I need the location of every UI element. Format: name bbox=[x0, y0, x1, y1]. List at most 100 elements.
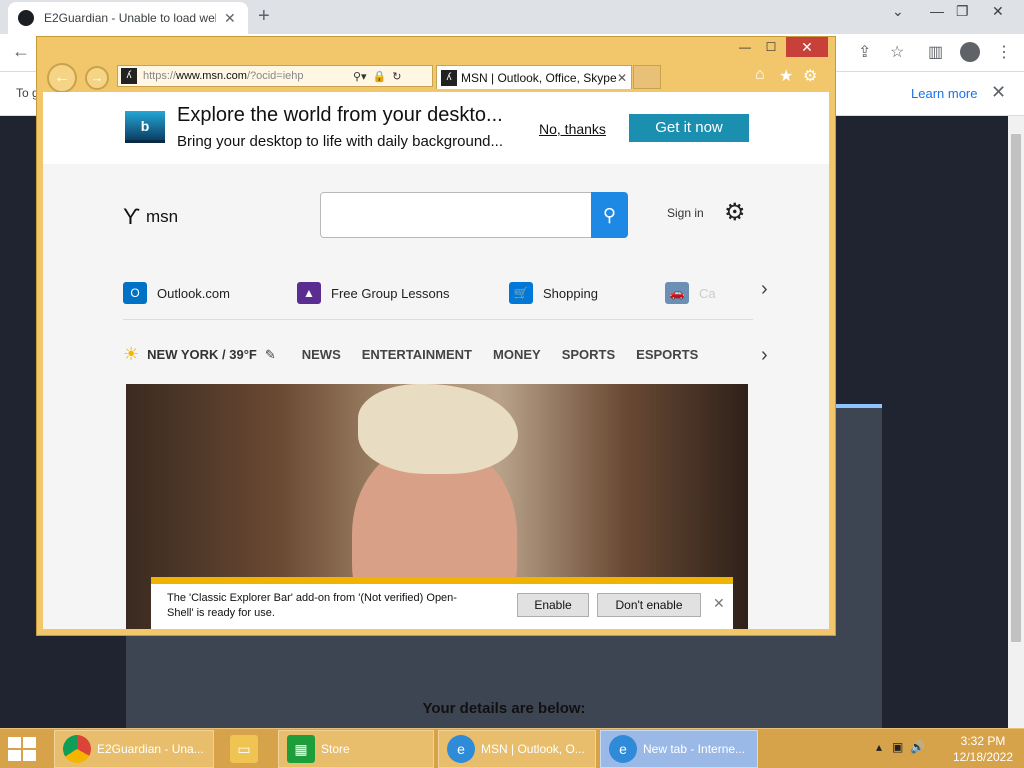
store-icon: ▦ bbox=[287, 735, 315, 763]
taskbar-item-label: E2Guardian - Una... bbox=[97, 742, 204, 756]
pencil-icon[interactable]: ✎ bbox=[265, 347, 276, 363]
back-button[interactable]: ← bbox=[47, 63, 77, 93]
butterfly-icon: ϒ bbox=[123, 204, 140, 229]
search-input[interactable] bbox=[320, 192, 592, 238]
panel-accent bbox=[836, 404, 882, 408]
restore-button[interactable]: ❐ bbox=[956, 3, 969, 20]
dont-enable-button[interactable]: Don't enable bbox=[597, 593, 701, 617]
maximize-button[interactable]: ☐ bbox=[757, 38, 785, 56]
no-thanks-link[interactable]: No, thanks bbox=[539, 121, 606, 137]
scrollbar-thumb[interactable] bbox=[1011, 134, 1021, 642]
bing-logo: b bbox=[125, 111, 165, 143]
minimize-button[interactable]: — bbox=[930, 3, 944, 19]
nav-money[interactable]: MONEY bbox=[493, 347, 541, 362]
menu-icon[interactable]: ⋮ bbox=[996, 42, 1012, 62]
quicklink-label: Shopping bbox=[543, 285, 598, 301]
banner-subtitle: Bring your desktop to life with daily ba… bbox=[177, 133, 504, 150]
quicklink-label: Ca bbox=[699, 285, 716, 301]
home-icon[interactable]: ⌂ bbox=[755, 66, 765, 84]
chrome-tabstrip: E2Guardian - Unable to load web page ✕ +… bbox=[0, 0, 1024, 34]
msn-favicon-icon: ʎ bbox=[441, 69, 457, 86]
settings-gear-icon[interactable]: ⚙ bbox=[803, 66, 817, 86]
close-icon[interactable]: ✕ bbox=[617, 71, 627, 85]
taskbar-item-ie-newtab[interactable]: e New tab - Interne... bbox=[600, 730, 758, 768]
weather-location[interactable]: NEW YORK / 39°F bbox=[147, 347, 257, 362]
search-button[interactable]: ⚲ bbox=[591, 192, 628, 238]
search-icon: ⚲ bbox=[602, 205, 617, 225]
clock-time: 3:32 PM bbox=[960, 734, 1006, 748]
address-bar[interactable]: ʎ https://www.msn.com/?ocid=iehp ⚲▾ 🔒 ↻ bbox=[117, 65, 433, 87]
favorites-star-icon[interactable]: ★ bbox=[779, 66, 793, 86]
chevron-right-icon[interactable]: › bbox=[761, 278, 768, 301]
nav-news[interactable]: NEWS bbox=[302, 347, 341, 362]
new-tab-button[interactable]: + bbox=[258, 5, 270, 28]
close-icon[interactable]: ✕ bbox=[713, 595, 725, 612]
close-window-button[interactable]: ✕ bbox=[786, 37, 828, 57]
chrome-tab[interactable]: E2Guardian - Unable to load web page ✕ bbox=[8, 2, 248, 34]
clock[interactable]: 3:32 PM 12/18/2022 bbox=[950, 733, 1016, 765]
chrome-icon bbox=[63, 735, 91, 763]
graduation-cap-icon: ▲ bbox=[297, 282, 321, 304]
quicklink-cars[interactable]: 🚗 Ca bbox=[665, 282, 716, 304]
volume-icon[interactable]: 🔊 bbox=[910, 740, 925, 754]
sidepanel-icon[interactable]: ▥ bbox=[928, 42, 943, 62]
taskbar-item-chrome[interactable]: E2Guardian - Una... bbox=[54, 730, 214, 768]
enable-button[interactable]: Enable bbox=[517, 593, 589, 617]
search-icon[interactable]: ⚲▾ bbox=[353, 70, 367, 83]
quicklink-free-group-lessons[interactable]: ▲ Free Group Lessons bbox=[297, 282, 450, 304]
ie-tab[interactable]: ʎ MSN | Outlook, Office, Skype, Bing ✕ bbox=[436, 65, 632, 89]
refresh-icon[interactable]: ↻ bbox=[392, 70, 401, 83]
quicklink-shopping[interactable]: 🛒 Shopping bbox=[509, 282, 598, 304]
car-icon: 🚗 bbox=[665, 282, 689, 304]
banner-title: Explore the world from your deskto... bbox=[177, 104, 503, 126]
taskbar-item-file-explorer[interactable]: ▭ bbox=[222, 730, 272, 768]
minimize-button[interactable]: — bbox=[731, 38, 759, 56]
forward-button[interactable]: → bbox=[85, 66, 109, 90]
learn-more-link[interactable]: Learn more bbox=[911, 86, 977, 101]
close-icon[interactable]: ✕ bbox=[991, 82, 1006, 103]
gear-icon[interactable]: ⚙ bbox=[724, 198, 746, 227]
taskbar-item-store[interactable]: ▦ Store bbox=[278, 730, 434, 768]
hero-photo-hair bbox=[358, 384, 518, 474]
lock-icon: 🔒 bbox=[372, 70, 387, 83]
sign-in-link[interactable]: Sign in bbox=[667, 206, 704, 220]
taskbar-item-ie-msn[interactable]: e MSN | Outlook, O... bbox=[438, 730, 596, 768]
chevron-right-icon[interactable]: › bbox=[761, 344, 768, 367]
scrollbar[interactable] bbox=[1008, 116, 1024, 728]
nav-sports[interactable]: SPORTS bbox=[562, 347, 615, 362]
get-it-now-button[interactable]: Get it now bbox=[629, 114, 749, 142]
star-icon[interactable]: ☆ bbox=[890, 42, 904, 62]
close-window-button[interactable]: ✕ bbox=[992, 3, 1004, 20]
file-explorer-icon: ▭ bbox=[230, 735, 258, 763]
chevron-down-icon[interactable]: ⌄ bbox=[892, 3, 904, 20]
nav-esports[interactable]: ESPORTS bbox=[636, 347, 698, 362]
taskbar-item-label: MSN | Outlook, O... bbox=[481, 742, 585, 756]
msn-favicon-icon: ʎ bbox=[121, 68, 137, 84]
start-button[interactable] bbox=[8, 737, 38, 761]
bing-banner: b Explore the world from your deskto... … bbox=[43, 92, 829, 164]
system-tray[interactable]: ▴ ▣ 🔊 bbox=[876, 740, 925, 754]
ie-icon: e bbox=[609, 735, 637, 763]
msn-logo-text: msn bbox=[146, 207, 179, 226]
details-heading: Your details are below: bbox=[422, 700, 586, 717]
quicklink-label: Outlook.com bbox=[157, 285, 230, 301]
quicklink-outlook[interactable]: O Outlook.com bbox=[123, 282, 230, 304]
share-icon[interactable]: ⇪ bbox=[858, 42, 871, 62]
ie-tab-title: MSN | Outlook, Office, Skype, Bing bbox=[461, 70, 617, 85]
new-tab-button[interactable] bbox=[633, 65, 661, 89]
msn-logo[interactable]: ϒ msn bbox=[123, 204, 178, 230]
chevron-up-icon[interactable]: ▴ bbox=[876, 740, 882, 754]
outlook-icon: O bbox=[123, 282, 147, 304]
nav-entertainment[interactable]: ENTERTAINMENT bbox=[362, 347, 472, 362]
network-icon[interactable]: ▣ bbox=[892, 740, 903, 754]
github-icon bbox=[18, 10, 34, 26]
clock-date: 12/18/2022 bbox=[952, 750, 1014, 764]
close-icon[interactable]: ✕ bbox=[224, 10, 236, 27]
shopping-cart-icon: 🛒 bbox=[509, 282, 533, 304]
address-url[interactable]: https://www.msn.com/?ocid=iehp bbox=[143, 70, 353, 82]
avatar[interactable] bbox=[960, 42, 980, 62]
quicklink-label: Free Group Lessons bbox=[331, 285, 450, 301]
back-button[interactable]: ← bbox=[12, 41, 30, 62]
chrome-tab-title: E2Guardian - Unable to load web page bbox=[44, 11, 216, 25]
divider bbox=[123, 319, 753, 320]
